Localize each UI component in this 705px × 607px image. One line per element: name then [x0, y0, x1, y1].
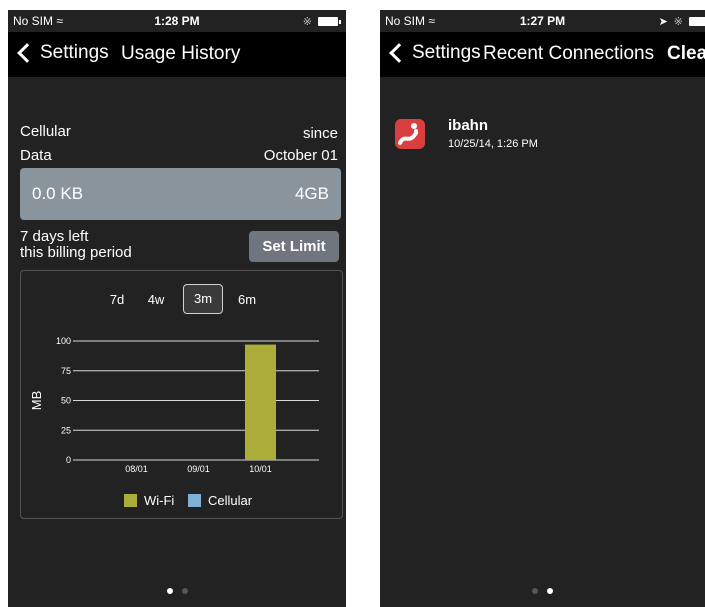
wifi-legend-label: Wi-Fi — [144, 493, 175, 508]
set-limit-button[interactable]: Set Limit — [249, 231, 339, 262]
legend-wifi: Wi-Fi — [124, 493, 174, 508]
usage-chart: 7d 4w 3m 6m 0 25 50 75 100 MB 08/01 09/01 10/01 … — [20, 270, 343, 519]
x-tick-label: 09/01 — [187, 464, 210, 474]
back-button-label: Settings — [412, 42, 481, 63]
usage-used: 0.0 KB — [32, 184, 84, 203]
battery-icon — [689, 17, 705, 26]
y-axis-label: MB — [29, 391, 44, 411]
legend-cellular: Cellular — [188, 493, 252, 508]
status-right: ➤ ※ — [659, 15, 705, 28]
y-tick-label: 75 — [61, 366, 71, 376]
chevron-left-icon — [389, 43, 409, 63]
x-tick-label: 10/01 — [249, 464, 272, 474]
page-dot-2[interactable] — [181, 588, 188, 594]
page-dot-2[interactable] — [547, 588, 553, 594]
clear-button[interactable]: Clear — [667, 43, 705, 65]
wifi-legend-swatch — [124, 494, 137, 507]
recent-connections-screen: No SIM ≈ 1:27 PM ➤ ※ Settings Recent Con… — [380, 10, 705, 607]
chevron-left-icon — [17, 43, 37, 63]
cellular-label: Cellular — [20, 123, 71, 140]
bar-wi-fi[interactable] — [245, 344, 276, 460]
connection-list-item[interactable]: ibahn 10/25/14, 1:26 PM — [395, 117, 695, 157]
y-tick-label: 0 — [66, 455, 71, 465]
y-tick-label: 100 — [56, 336, 71, 346]
bluetooth-icon: ※ — [302, 16, 312, 28]
status-right: ※ — [302, 15, 341, 28]
page-dot-1[interactable] — [532, 588, 538, 594]
page-dot-1[interactable] — [166, 588, 173, 594]
days-left-label: 7 days left — [20, 228, 89, 245]
page-title: Recent Connections — [483, 43, 655, 64]
cellular-legend-label: Cellular — [208, 493, 253, 508]
connection-time: 10/25/14, 1:26 PM — [448, 138, 538, 150]
back-button-label: Settings — [40, 42, 109, 63]
since-date: October 01 — [263, 147, 338, 164]
status-bar: No SIM ≈ 1:27 PM ➤ ※ — [380, 10, 705, 32]
usage-limit: 4GB — [294, 184, 329, 203]
status-time: 1:27 PM — [519, 14, 566, 28]
back-button[interactable]: Settings — [388, 42, 481, 64]
page-title: Usage History — [121, 43, 241, 64]
since-label: since — [302, 125, 338, 142]
back-button[interactable]: Settings — [16, 42, 109, 64]
ibahn-app-icon — [395, 119, 425, 149]
usage-history-screen: No SIM ≈ 1:28 PM ※ Settings Usage Histor… — [8, 10, 346, 607]
y-tick-label: 50 — [61, 396, 71, 406]
page-indicator — [8, 588, 346, 594]
usage-bar: 0.0 KB 4GB — [20, 168, 341, 220]
page-indicator — [380, 588, 705, 594]
location-icon: ➤ — [658, 16, 668, 28]
chart-plot: 0 25 50 75 100 MB 08/01 09/01 10/01 — [29, 336, 319, 474]
data-label: Data — [20, 147, 52, 164]
x-tick-label: 08/01 — [125, 464, 148, 474]
y-tick-label: 25 — [61, 425, 71, 435]
status-time: 1:28 PM — [154, 14, 200, 28]
billing-period-label: this billing period — [20, 244, 132, 261]
connection-name: ibahn — [448, 117, 488, 134]
nav-bar: Settings Usage History — [8, 32, 346, 77]
nav-bar: Settings Recent Connections Clear — [380, 32, 705, 77]
battery-icon — [318, 17, 341, 26]
cellular-legend-swatch — [188, 494, 201, 507]
bluetooth-icon: ※ — [673, 16, 683, 28]
status-bar: No SIM ≈ 1:28 PM ※ — [8, 10, 346, 32]
